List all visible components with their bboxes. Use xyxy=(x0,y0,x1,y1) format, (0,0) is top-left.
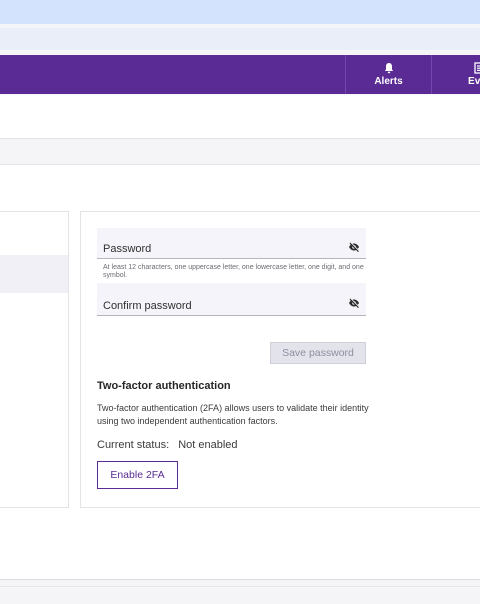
nav-item-events[interactable]: Even xyxy=(431,55,480,94)
confirm-password-field[interactable]: Confirm password xyxy=(97,283,366,316)
bell-icon xyxy=(384,63,393,74)
password-field[interactable]: Password xyxy=(97,228,366,259)
page-subheader xyxy=(0,95,480,139)
browser-tab-strip xyxy=(0,0,480,24)
nav-label-events: Even xyxy=(468,76,480,87)
eye-off-icon[interactable] xyxy=(348,297,360,309)
twofa-heading: Two-factor authentication xyxy=(97,380,231,392)
status-value: Not enabled xyxy=(178,439,238,451)
nav-label-alerts: Alerts xyxy=(374,76,403,87)
password-requirements-hint: At least 12 characters, one uppercase le… xyxy=(103,264,364,279)
confirm-password-label: Confirm password xyxy=(103,300,192,312)
nav-item-alerts[interactable]: Alerts xyxy=(345,55,431,94)
settings-sidebar xyxy=(0,211,69,508)
sidebar-item-selected[interactable] xyxy=(0,255,68,293)
browser-address-bar[interactable] xyxy=(0,28,480,50)
list-icon xyxy=(474,62,480,74)
twofa-status: Current status: Not enabled xyxy=(97,439,238,451)
save-password-button[interactable]: Save password xyxy=(270,342,366,364)
footer-divider xyxy=(0,586,480,587)
top-navbar: Alerts Even xyxy=(0,55,480,94)
status-label: Current status: xyxy=(97,439,170,451)
twofa-description: Two-factor authentication (2FA) allows u… xyxy=(97,403,369,426)
password-label: Password xyxy=(103,243,152,255)
eye-off-icon[interactable] xyxy=(348,241,360,253)
enable-2fa-button[interactable]: Enable 2FA xyxy=(97,461,178,489)
